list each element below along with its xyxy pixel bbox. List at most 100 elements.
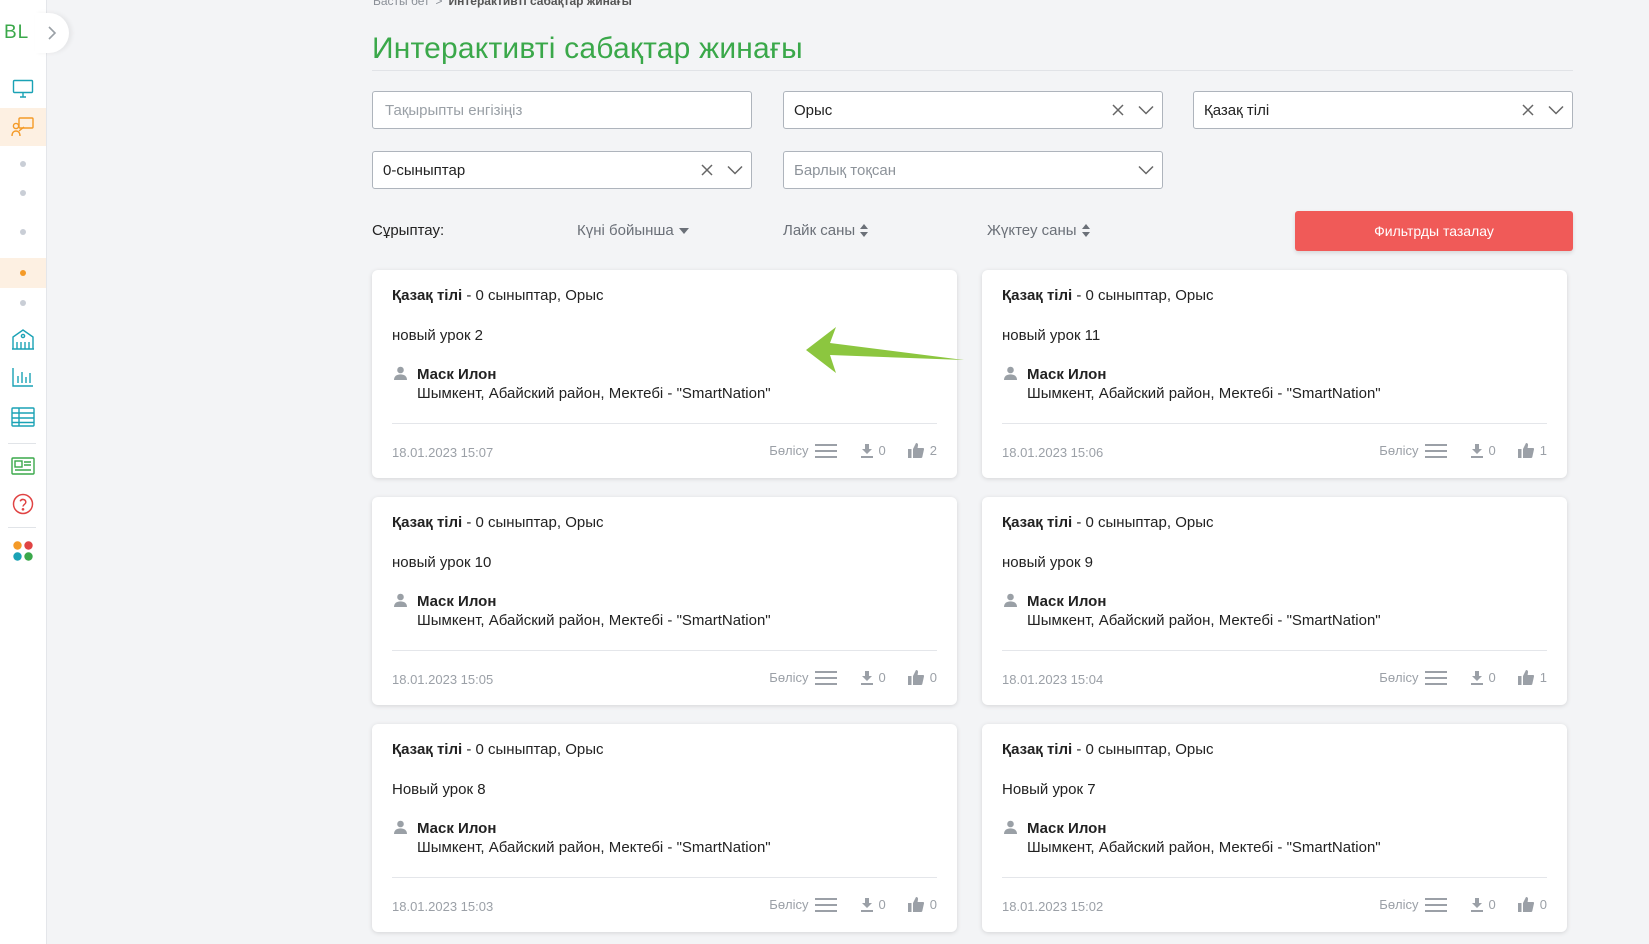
download-count: 0 (878, 670, 886, 685)
topic-search-input[interactable] (383, 100, 741, 120)
lesson-card[interactable]: Қазақ тілі - 0 сыныптар, Орыс Новый урок… (982, 724, 1567, 932)
clear-icon[interactable] (701, 164, 713, 176)
lesson-title[interactable]: новый урок 9 (1002, 554, 1093, 571)
clear-filters-button[interactable]: Фильтрды тазалау (1295, 211, 1573, 251)
like-button[interactable]: 2 (907, 443, 937, 458)
sidebar-item-sub-5[interactable] (0, 297, 46, 309)
sort-by-likes[interactable]: Лайк саны (783, 222, 869, 239)
thumbs-up-icon (907, 443, 924, 458)
sidebar-item-sub-4[interactable] (0, 258, 46, 288)
sidebar-item-sub-3[interactable] (0, 226, 46, 238)
sidebar-item-help[interactable] (0, 489, 46, 519)
lesson-subject-line: Қазақ тілі - 0 сыныптар, Орыс (392, 287, 604, 304)
download-button[interactable]: 0 (1470, 897, 1496, 912)
sidebar-divider (8, 527, 36, 528)
subject-select[interactable]: Қазақ тілі (1193, 91, 1573, 129)
lesson-title[interactable]: новый урок 11 (1002, 327, 1100, 344)
sidebar-item-statistics[interactable] (0, 362, 46, 392)
download-icon (860, 443, 873, 458)
language-select-value: Орыс (794, 101, 833, 119)
sort-label: Сұрыптау: (372, 222, 445, 239)
sort-by-date[interactable]: Күні бойынша (577, 222, 689, 239)
share-label: Бөлісу (769, 897, 809, 912)
lesson-title[interactable]: Новый урок 7 (1002, 781, 1096, 798)
like-button[interactable]: 0 (1517, 897, 1547, 912)
share-button[interactable]: Бөлісу (769, 443, 837, 458)
like-button[interactable]: 1 (1517, 670, 1547, 685)
brand-logo[interactable]: BL (4, 22, 29, 44)
share-button[interactable]: Бөлісу (1379, 670, 1447, 685)
quarter-select-placeholder: Барлық тоқсан (794, 161, 897, 179)
help-icon (12, 493, 34, 515)
chevron-down-icon[interactable] (727, 165, 743, 175)
lesson-author[interactable]: Маск Илон (417, 366, 496, 383)
sidebar-item-sub-2[interactable] (0, 187, 46, 199)
lesson-card[interactable]: Қазақ тілі - 0 сыныптар, Орыс новый урок… (982, 497, 1567, 705)
lesson-actions: Бөлісу 0 1 (1379, 670, 1547, 685)
share-button[interactable]: Бөлісу (769, 897, 837, 912)
lesson-school: Шымкент, Абайский район, Мектебі - "Smar… (417, 612, 771, 629)
download-icon (1470, 670, 1483, 685)
sidebar-toggle-button[interactable] (35, 13, 69, 53)
lesson-author[interactable]: Маск Илон (417, 593, 496, 610)
sidebar-item-monitor[interactable] (0, 72, 46, 106)
apps-icon (13, 541, 33, 561)
download-icon (860, 897, 873, 912)
lesson-title[interactable]: новый урок 2 (392, 327, 483, 344)
like-button[interactable]: 0 (907, 670, 937, 685)
lesson-subject: Қазақ тілі (392, 287, 463, 304)
chevron-down-icon[interactable] (1548, 105, 1564, 115)
lesson-author[interactable]: Маск Илон (417, 820, 496, 837)
chevron-down-icon[interactable] (1138, 165, 1154, 175)
sidebar-item-sub-1[interactable] (0, 158, 46, 170)
lesson-actions: Бөлісу 0 0 (769, 897, 937, 912)
sidebar-item-apps[interactable] (0, 536, 46, 566)
share-button[interactable]: Бөлісу (769, 670, 837, 685)
breadcrumb-home[interactable]: Басты бет (373, 0, 430, 8)
like-button[interactable]: 1 (1517, 443, 1547, 458)
breadcrumb: Басты бет > Интерактивті сабақтар жинағы (373, 0, 632, 8)
sort-by-downloads[interactable]: Жүктеу саны (987, 222, 1090, 239)
lesson-meta: - 0 сыныптар, Орыс (1072, 741, 1214, 758)
share-button[interactable]: Бөлісу (1379, 897, 1447, 912)
annotation-arrow-icon (806, 327, 964, 373)
share-label: Бөлісу (1379, 443, 1419, 458)
lesson-actions: Бөлісу 0 1 (1379, 443, 1547, 458)
lesson-school: Шымкент, Абайский район, Мектебі - "Smar… (417, 385, 771, 402)
thumbs-up-icon (907, 670, 924, 685)
chevron-down-icon[interactable] (1138, 105, 1154, 115)
lesson-title[interactable]: новый урок 10 (392, 554, 491, 571)
chart-icon (12, 368, 33, 387)
language-select[interactable]: Орыс (783, 91, 1163, 129)
lesson-title[interactable]: Новый урок 8 (392, 781, 486, 798)
download-button[interactable]: 0 (860, 897, 886, 912)
download-button[interactable]: 0 (1470, 670, 1496, 685)
download-button[interactable]: 0 (1470, 443, 1496, 458)
clear-icon[interactable] (1112, 104, 1124, 116)
lesson-card[interactable]: Қазақ тілі - 0 сыныптар, Орыс новый урок… (982, 270, 1567, 478)
quarter-select[interactable]: Барлық тоқсан (783, 151, 1163, 189)
nav-dot-icon (20, 161, 26, 167)
share-button[interactable]: Бөлісу (1379, 443, 1447, 458)
card-divider (392, 423, 937, 424)
lesson-card[interactable]: Қазақ тілі - 0 сыныптар, Орыс новый урок… (372, 270, 957, 478)
download-button[interactable]: 0 (860, 443, 886, 458)
sidebar-item-institution[interactable] (0, 324, 46, 354)
sidebar-item-table[interactable] (0, 402, 46, 432)
lesson-author[interactable]: Маск Илон (1027, 820, 1106, 837)
lesson-card[interactable]: Қазақ тілі - 0 сыныптар, Орыс Новый урок… (372, 724, 957, 932)
topic-search-field[interactable] (372, 91, 752, 129)
grade-select-value: 0-сыныптар (383, 161, 466, 179)
like-button[interactable]: 0 (907, 897, 937, 912)
grade-select[interactable]: 0-сыныптар (372, 151, 752, 189)
lesson-author[interactable]: Маск Илон (1027, 366, 1106, 383)
sidebar-item-news[interactable] (0, 452, 46, 480)
share-label: Бөлісу (1379, 670, 1419, 685)
clear-icon[interactable] (1522, 104, 1534, 116)
lesson-card[interactable]: Қазақ тілі - 0 сыныптар, Орыс новый урок… (372, 497, 957, 705)
download-button[interactable]: 0 (860, 670, 886, 685)
lesson-author[interactable]: Маск Илон (1027, 593, 1106, 610)
lesson-school: Шымкент, Абайский район, Мектебі - "Smar… (1027, 612, 1381, 629)
card-divider (392, 877, 937, 878)
sidebar-item-lessons[interactable] (0, 108, 46, 146)
